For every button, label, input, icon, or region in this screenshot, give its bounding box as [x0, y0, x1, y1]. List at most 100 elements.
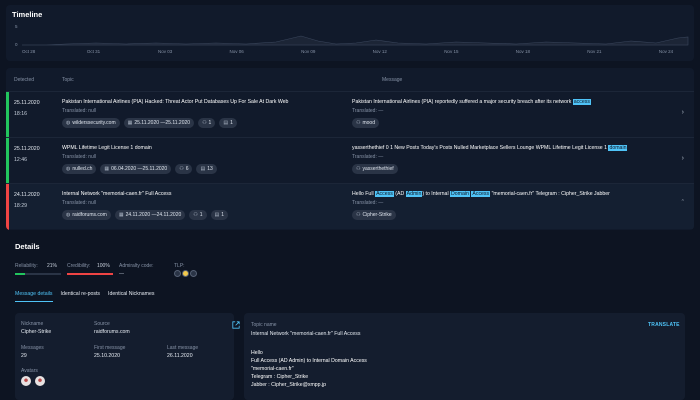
- author-chip[interactable]: ⚇ Cipher-Strike: [352, 210, 396, 220]
- row-time: 18:29: [14, 203, 27, 209]
- users-chip: ⚇ 6: [175, 164, 193, 174]
- date-range-text: 06.04.2020 —25.11.2020: [111, 166, 168, 172]
- message-body-line: Telegram : Cipher_Strike: [251, 374, 309, 380]
- message-text: ) to Internal: [422, 191, 451, 197]
- message-highlight: Admin: [405, 191, 423, 197]
- user-icon: ⚇: [356, 166, 361, 172]
- posts-chip: ▤ 1: [219, 118, 237, 128]
- nickname-value: Cipher-Strike: [21, 329, 52, 335]
- message-text: yasserthethief 0 1 New Posts Today's Pos…: [352, 145, 609, 151]
- avatar[interactable]: ☻: [35, 376, 45, 386]
- reliability-bar: [15, 273, 61, 275]
- row-time: 18:16: [14, 111, 27, 117]
- details-tabs: Message details Identical re-posts Ident…: [15, 291, 154, 302]
- users-count: 1: [208, 120, 212, 126]
- row-message[interactable]: Pakistan International Airlines (PIA) re…: [352, 99, 591, 105]
- message-body-line: Jabber : Cipher_Strike@xmpp.jp: [251, 382, 327, 388]
- tab-message-details[interactable]: Message details: [15, 291, 53, 302]
- alerts-table: Detected Topic Message 25.11.2020 18:16 …: [6, 68, 694, 230]
- first-message-label: First message: [94, 345, 126, 351]
- tlp-dot: [174, 270, 181, 277]
- user-icon: ⚇: [356, 120, 361, 126]
- row-message[interactable]: yasserthethief 0 1 New Posts Today's Pos…: [352, 145, 628, 151]
- timeline-date-label: Oct 28: [22, 49, 36, 54]
- row-message[interactable]: Hello Full Access (AD Admin) to Internal…: [352, 191, 610, 197]
- reliability-label: Reliability:: [15, 263, 38, 269]
- tlp-label: TLP:: [174, 263, 185, 269]
- row-date: 25.11.2020: [14, 100, 40, 106]
- chevron-right-icon[interactable]: ›: [682, 155, 684, 162]
- table-row[interactable]: 25.11.2020 12:46 WPML Lifetime Legit Lic…: [6, 137, 694, 184]
- posts-icon: ▤: [214, 212, 220, 218]
- row-chips: ◍ nulled.ch ▦ 06.04.2020 —25.11.2020 ⚇ 6 ▤ 1…: [62, 164, 217, 174]
- author-chip[interactable]: ⚇ yasserthethief: [352, 164, 398, 174]
- author-text: Cipher-Strike: [362, 212, 392, 218]
- chevron-right-icon[interactable]: ›: [682, 109, 684, 116]
- reliability-value: 21%: [47, 263, 58, 269]
- message-text: Hello Full: [352, 191, 376, 197]
- timeline-chart: 5 0 Oct 28 Oct 31 Nov 03 Nov 06 Nov 09 Nov 12…: [15, 24, 689, 54]
- chevron-up-icon[interactable]: ˆ: [682, 200, 684, 207]
- row-message-translated: Translated: —: [352, 200, 384, 206]
- tab-identical-nicknames[interactable]: Identical Nicknames: [108, 291, 154, 302]
- credibility-bar: [67, 273, 113, 275]
- col-header-topic[interactable]: Topic: [62, 77, 74, 83]
- source-chip[interactable]: ◍ nulled.ch: [62, 164, 97, 174]
- source-chip[interactable]: ◍ wilderssecurity.com: [62, 118, 120, 128]
- external-link-icon[interactable]: [232, 321, 240, 329]
- col-header-message[interactable]: Message: [382, 77, 402, 83]
- users-count: 6: [185, 166, 189, 172]
- source-text: raidforums.com: [72, 212, 107, 218]
- row-topic[interactable]: Pakistan International Airlines (PIA) Ha…: [62, 99, 288, 105]
- date-range-chip: ▦ 24.11.2020 —24.11.2020: [114, 210, 186, 220]
- tab-identical-reposts[interactable]: Identical re-posts: [61, 291, 101, 302]
- source-text: nulled.ch: [72, 166, 93, 172]
- row-message-translated: Translated: —: [352, 108, 384, 114]
- col-header-detected[interactable]: Detected: [14, 77, 34, 83]
- calendar-icon: ▦: [118, 212, 124, 218]
- message-panel: Topic name Internal Network "memorial-ca…: [244, 313, 685, 400]
- date-range-chip: ▦ 25.11.2020 —25.11.2020: [123, 118, 195, 128]
- severity-bar: [6, 184, 9, 230]
- message-body-line: Hello: [251, 350, 263, 356]
- message-highlight: domain: [608, 145, 628, 151]
- row-date: 24.11.2020: [14, 192, 40, 198]
- y-tick-0: 0: [15, 42, 18, 47]
- row-topic[interactable]: WPML Lifetime Legit License 1 domain: [62, 145, 152, 151]
- tlp-dot: [190, 270, 197, 277]
- details-title: Details: [15, 242, 40, 251]
- author-text: yasserthethief: [362, 166, 394, 172]
- message-highlight: Access: [471, 191, 491, 197]
- message-highlight: Access: [375, 191, 394, 197]
- row-chips: ◍ raidforums.com ▦ 24.11.2020 —24.11.2020 …: [62, 210, 229, 220]
- author-chip-wrap: ⚇ mood: [352, 118, 379, 128]
- calendar-icon: ▦: [104, 166, 110, 172]
- y-tick-5: 5: [15, 24, 18, 29]
- table-row-selected[interactable]: 24.11.2020 18:29 Internal Network "memor…: [6, 183, 694, 230]
- nickname-label: Nickname: [21, 321, 44, 327]
- timeline-date-label: Nov 03: [158, 49, 173, 54]
- last-message-value: 26.11.2020: [167, 353, 193, 359]
- timeline-date-label: Oct 31: [87, 49, 101, 54]
- row-topic[interactable]: Internal Network "memorial-caen.fr" Full…: [62, 191, 171, 197]
- tlp-indicator: [174, 270, 197, 277]
- translate-button[interactable]: TRANSLATE: [648, 322, 680, 328]
- globe-icon: ◍: [66, 166, 71, 172]
- users-chip: ⚇ 1: [198, 118, 216, 128]
- source-chip[interactable]: ◍ raidforums.com: [62, 210, 111, 220]
- table-row[interactable]: 25.11.2020 18:16 Pakistan International …: [6, 91, 694, 138]
- reliability-bar-fill: [15, 273, 25, 275]
- timeline-date-label: Nov 09: [301, 49, 316, 54]
- globe-icon: ◍: [66, 120, 71, 126]
- posts-icon: ▤: [223, 120, 229, 126]
- severity-bar: [6, 138, 9, 184]
- row-time: 12:46: [14, 157, 27, 163]
- severity-bar: [6, 92, 9, 138]
- author-chip[interactable]: ⚇ mood: [352, 118, 379, 128]
- avatar[interactable]: ☻: [21, 376, 31, 386]
- posts-count: 1: [230, 120, 233, 126]
- posts-chip: ▤ 1: [210, 210, 229, 220]
- row-chips: ◍ wilderssecurity.com ▦ 25.11.2020 —25.11.…: [62, 118, 237, 128]
- messages-value: 29: [21, 353, 27, 359]
- user-icon: ⚇: [356, 212, 361, 218]
